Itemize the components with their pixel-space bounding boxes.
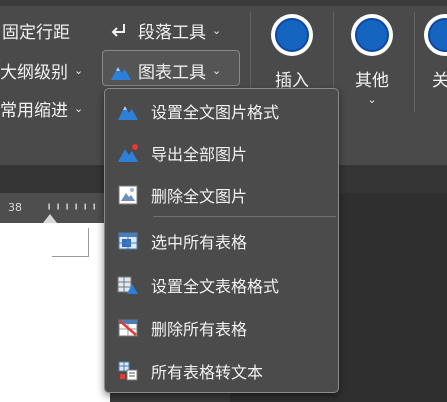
ribbon-separator [414,12,415,112]
menu-item-delete-images[interactable]: 删除全文图片 [117,180,247,210]
menu-item-delete-all-tables[interactable]: 删除所有表格 [117,313,247,343]
fixed-line-spacing-button[interactable]: 固定行距 [2,18,70,43]
blue-orb-icon [351,14,393,56]
chevron-down-icon: ⌄ [212,24,222,37]
insert-button[interactable]: 插入 [267,14,317,91]
chevron-down-icon: ⌄ [74,102,84,115]
image-delete-icon [117,184,139,206]
indent-marker-handle[interactable] [43,214,57,223]
margin-corner-mark [88,228,89,256]
blue-orb-icon [424,14,447,56]
paragraph-tool-button[interactable]: 段落工具 ⌄ [110,18,221,43]
document-page[interactable] [0,223,110,402]
paragraph-tool-label: 段落工具 [138,23,206,43]
common-indent-button[interactable]: 常用缩进 ⌄ [0,96,83,121]
blue-orb-icon [271,14,313,56]
table-select-icon [117,230,139,252]
menu-item-label: 删除所有表格 [151,320,248,339]
margin-corner-mark [52,256,89,257]
ribbon-top-border [0,0,447,6]
chart-tool-button[interactable]: 图表工具 ⌄ [110,58,221,83]
menu-item-label: 选中所有表格 [151,233,248,252]
mountain-chart-icon [110,61,132,81]
chevron-down-icon: ⌄ [74,64,84,77]
outline-level-button[interactable]: 大纲级别 ⌄ [0,58,83,83]
menu-item-label: 导出全部图片 [151,145,248,164]
other-button[interactable]: 其他 ⌄ [347,14,397,106]
table-to-text-icon [117,360,139,382]
close-button[interactable]: 关 [424,14,447,91]
menu-item-label: 删除全文图片 [151,187,248,206]
common-indent-label: 常用缩进 [0,101,68,121]
menu-separator [153,216,336,217]
menu-item-export-images[interactable]: 导出全部图片 [117,138,247,168]
ruler-number: 38 [8,201,22,214]
outline-level-label: 大纲级别 [0,63,68,83]
return-arrow-icon [110,22,130,40]
chevron-down-icon: ⌄ [367,93,377,106]
menu-item-set-table-format[interactable]: 设置全文表格格式 [117,270,279,300]
menu-item-label: 所有表格转文本 [151,363,264,382]
chart-tool-dropdown-menu: 设置全文图片格式 导出全部图片 删除全文图片 选中所有表格 设置全文表格格式 删… [104,88,339,393]
menu-item-set-image-format[interactable]: 设置全文图片格式 [117,96,279,126]
other-label: 其他 [355,71,389,91]
menu-item-label: 设置全文表格格式 [151,277,280,296]
table-delete-icon [117,317,139,339]
menu-item-select-all-tables[interactable]: 选中所有表格 [117,226,247,256]
chart-tool-label: 图表工具 [138,63,206,83]
image-format-icon [117,100,139,122]
close-label: 关 [432,71,447,91]
table-format-icon [117,274,139,296]
menu-item-label: 设置全文图片格式 [151,103,280,122]
image-export-icon [117,142,139,164]
menu-item-tables-to-text[interactable]: 所有表格转文本 [117,356,263,386]
fixed-line-spacing-label: 固定行距 [2,23,70,43]
chevron-down-icon: ⌄ [212,64,222,77]
